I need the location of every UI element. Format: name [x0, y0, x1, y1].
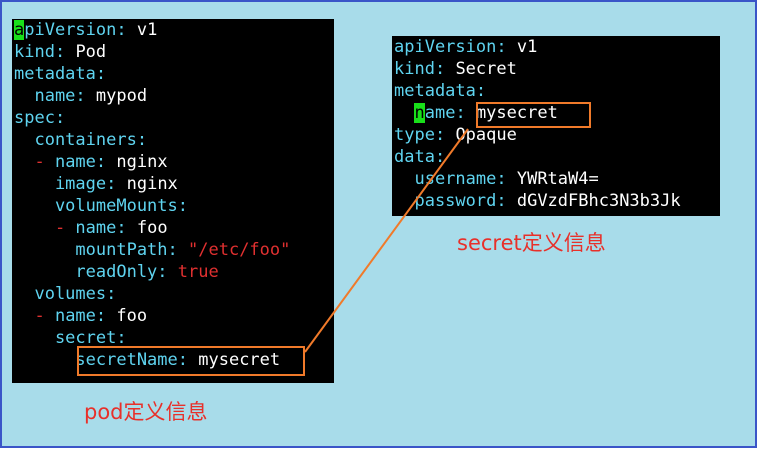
yaml-token: : — [434, 59, 456, 79]
yaml-token: : — [434, 125, 456, 145]
yaml-line: metadata: — [392, 80, 720, 102]
yaml-line: data: — [392, 146, 720, 168]
yaml-token: piVersion — [24, 20, 117, 40]
yaml-line: password: dGVzdFBhc3N3b3Jk — [392, 190, 720, 212]
yaml-token: dGVzdFBhc3N3b3Jk — [516, 191, 681, 211]
yaml-token: apiVersion — [394, 37, 497, 57]
yaml-token: : — [434, 147, 446, 167]
yaml-token: : — [136, 130, 148, 150]
yaml-token: : — [95, 306, 117, 326]
yaml-line: - name: nginx — [12, 151, 334, 173]
yaml-token: : — [496, 169, 517, 189]
diagram-canvas: apiVersion: v1 kind: Pod metadata: name: m… — [0, 0, 757, 448]
yaml-token — [394, 103, 414, 123]
yaml-token: : — [167, 240, 189, 260]
yaml-token: name — [14, 86, 76, 106]
yaml-token: kind — [394, 59, 435, 79]
yaml-token: mountPath — [14, 240, 168, 260]
yaml-token: name — [54, 306, 96, 326]
secret-caption: secret定义信息 — [457, 231, 606, 255]
yaml-token: nginx — [116, 152, 168, 172]
yaml-token: username — [394, 169, 497, 189]
yaml-token: containers — [14, 130, 137, 150]
yaml-token: - — [14, 306, 55, 326]
yaml-token: kind — [14, 42, 55, 62]
yaml-token: : — [116, 20, 137, 40]
yaml-token: ame — [424, 103, 456, 123]
yaml-line: username: YWRtaW4= — [392, 168, 720, 190]
yaml-token: data — [394, 147, 435, 167]
yaml-line: readOnly: true — [12, 261, 334, 283]
yaml-token: mypod — [95, 86, 148, 106]
yaml-token: volumeMounts — [14, 196, 178, 216]
yaml-token: metadata — [394, 81, 476, 101]
yaml-token: : — [496, 37, 517, 57]
yaml-token: Opaque — [455, 125, 517, 145]
pod-caption: pod定义信息 — [84, 400, 208, 424]
yaml-token: : — [54, 108, 66, 128]
yaml-line: kind: Secret — [392, 58, 720, 80]
yaml-token: - — [14, 218, 76, 238]
yaml-token: : — [157, 262, 178, 282]
yaml-token: type — [394, 125, 435, 145]
yaml-line: - name: foo — [12, 217, 334, 239]
yaml-token: : — [95, 152, 117, 172]
yaml-line: volumes: — [12, 283, 334, 305]
yaml-token: : — [496, 191, 517, 211]
yaml-token: : — [116, 328, 127, 348]
yaml-token: : — [95, 64, 107, 84]
yaml-token: "/etc/foo" — [188, 240, 291, 260]
yaml-token: : — [116, 218, 137, 238]
yaml-token: - — [14, 152, 55, 172]
yaml-line: image: nginx — [12, 173, 334, 195]
yaml-line: - name: foo — [12, 305, 334, 327]
yaml-line: spec: — [12, 107, 334, 129]
yaml-token: : — [177, 196, 189, 216]
yaml-line: kind: Pod — [12, 41, 334, 63]
yaml-line: containers: — [12, 129, 334, 151]
yaml-token: spec — [14, 108, 55, 128]
pod-yaml-panel: apiVersion: v1 kind: Pod metadata: name: m… — [12, 19, 334, 383]
yaml-token: image — [14, 174, 107, 194]
yaml-token: v1 — [516, 37, 538, 57]
yaml-token: name — [75, 218, 117, 238]
secretname-highlight-box — [77, 346, 305, 376]
yaml-token: volumes — [14, 284, 107, 304]
yaml-token: : — [106, 174, 127, 194]
yaml-token: : — [106, 284, 117, 304]
yaml-token: Secret — [455, 59, 517, 79]
yaml-token: name — [54, 152, 96, 172]
yaml-line: apiVersion: v1 — [392, 36, 720, 58]
yaml-token: Pod — [75, 42, 107, 62]
yaml-token: true — [177, 262, 219, 282]
yaml-token: nginx — [126, 174, 178, 194]
yaml-token: readOnly — [14, 262, 158, 282]
yaml-token: : — [75, 86, 96, 106]
yaml-token: : — [475, 81, 487, 101]
secret-name-highlight-box — [476, 102, 591, 128]
yaml-token: YWRtaW4= — [516, 169, 599, 189]
cursor-char: a — [14, 20, 25, 40]
yaml-token: : — [54, 42, 76, 62]
yaml-token: : — [455, 103, 476, 123]
yaml-line: mountPath: "/etc/foo" — [12, 239, 334, 261]
yaml-token: v1 — [136, 20, 158, 40]
yaml-line: volumeMounts: — [12, 195, 334, 217]
yaml-token: secret — [14, 328, 117, 348]
yaml-token: metadata — [14, 64, 96, 84]
yaml-token: foo — [136, 218, 168, 238]
yaml-token: password — [394, 191, 497, 211]
yaml-line: apiVersion: v1 — [12, 19, 334, 41]
yaml-line: name: mypod — [12, 85, 334, 107]
cursor-char: n — [414, 103, 425, 123]
yaml-token: foo — [116, 306, 148, 326]
yaml-line: metadata: — [12, 63, 334, 85]
